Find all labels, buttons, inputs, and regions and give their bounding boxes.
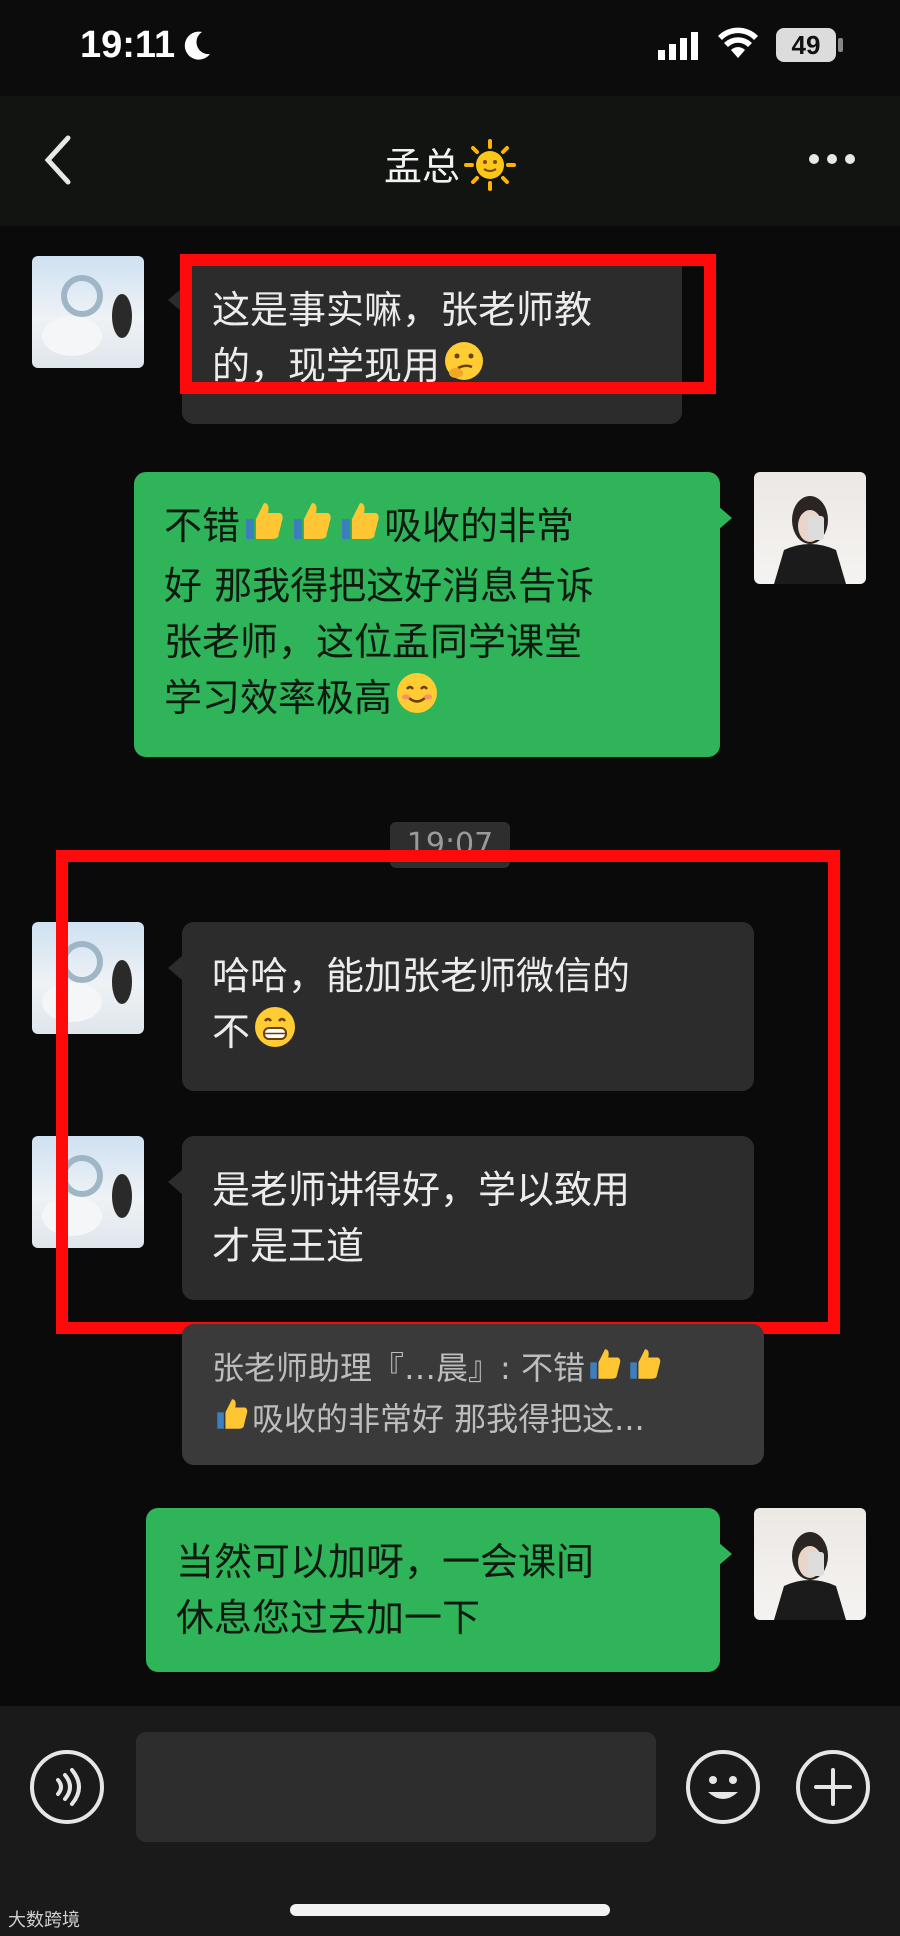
message-line: 张老师，这位孟同学课堂: [164, 620, 583, 664]
bubble-tail: [718, 1542, 732, 1566]
message-input[interactable]: [136, 1732, 656, 1842]
red-highlight-box: [180, 254, 716, 394]
thumbs-up-emoji-icon: [627, 1346, 663, 1395]
my-avatar[interactable]: [754, 1508, 866, 1620]
message-line: 休息您过去加一下: [176, 1596, 481, 1640]
quote-line: 张老师助理『…晨』: 不错: [212, 1349, 585, 1387]
message-line: 学习效率极高: [164, 676, 393, 720]
voice-input-button[interactable]: [30, 1750, 104, 1824]
smiling-face-emoji-icon: [394, 670, 440, 731]
emoji-button[interactable]: [686, 1750, 760, 1824]
more-options-button[interactable]: [808, 150, 856, 169]
message-line: 吸收的非常: [384, 504, 575, 548]
thumbs-up-emoji-icon: [587, 1346, 623, 1395]
message-line: 不错: [164, 504, 241, 548]
thumbs-up-emoji-icon: [214, 1396, 250, 1445]
bubble-tail: [718, 506, 732, 530]
wifi-icon: [718, 26, 758, 64]
watermark: 大数跨境: [8, 1910, 80, 1931]
my-avatar[interactable]: [754, 472, 866, 584]
thumbs-up-emoji-icon: [338, 499, 382, 558]
moon-icon: [180, 28, 214, 66]
message-line: 当然可以加呀，一会课间: [176, 1540, 595, 1584]
add-attachment-button[interactable]: [796, 1750, 870, 1824]
sun-face-emoji-icon: [464, 139, 516, 200]
quote-line: 吸收的非常好 那我得把这...: [252, 1399, 645, 1438]
status-time: 19:11: [80, 24, 176, 66]
quoted-message[interactable]: 张老师助理『…晨』: 不错 吸收的非常好 那我得把这...: [182, 1324, 764, 1465]
chat-title: 孟总: [0, 136, 900, 200]
contact-name: 孟总: [383, 145, 460, 189]
contact-avatar[interactable]: [32, 256, 144, 368]
thumbs-up-emoji-icon: [290, 499, 334, 558]
message-bubble-outgoing[interactable]: 当然可以加呀，一会课间 休息您过去加一下: [146, 1508, 720, 1672]
home-indicator[interactable]: [290, 1904, 610, 1916]
signal-icon: [658, 30, 704, 64]
message-line: 好 那我得把这好消息告诉: [164, 564, 595, 608]
chat-header: 孟总: [0, 96, 900, 226]
chat-messages[interactable]: 这是事实嘛，张老师教 的，现学现用 不错 吸收的非常 好 那我得把这好消息告诉 …: [0, 226, 900, 1706]
red-highlight-box: [56, 850, 840, 1334]
message-bubble-outgoing[interactable]: 不错 吸收的非常 好 那我得把这好消息告诉 张老师，这位孟同学课堂 学习效率极高: [134, 472, 720, 757]
status-bar: 19:11 49: [0, 0, 900, 96]
input-bar: [0, 1706, 900, 1936]
battery-tip: [838, 38, 843, 52]
battery-indicator: 49: [776, 28, 836, 62]
thumbs-up-emoji-icon: [242, 499, 286, 558]
